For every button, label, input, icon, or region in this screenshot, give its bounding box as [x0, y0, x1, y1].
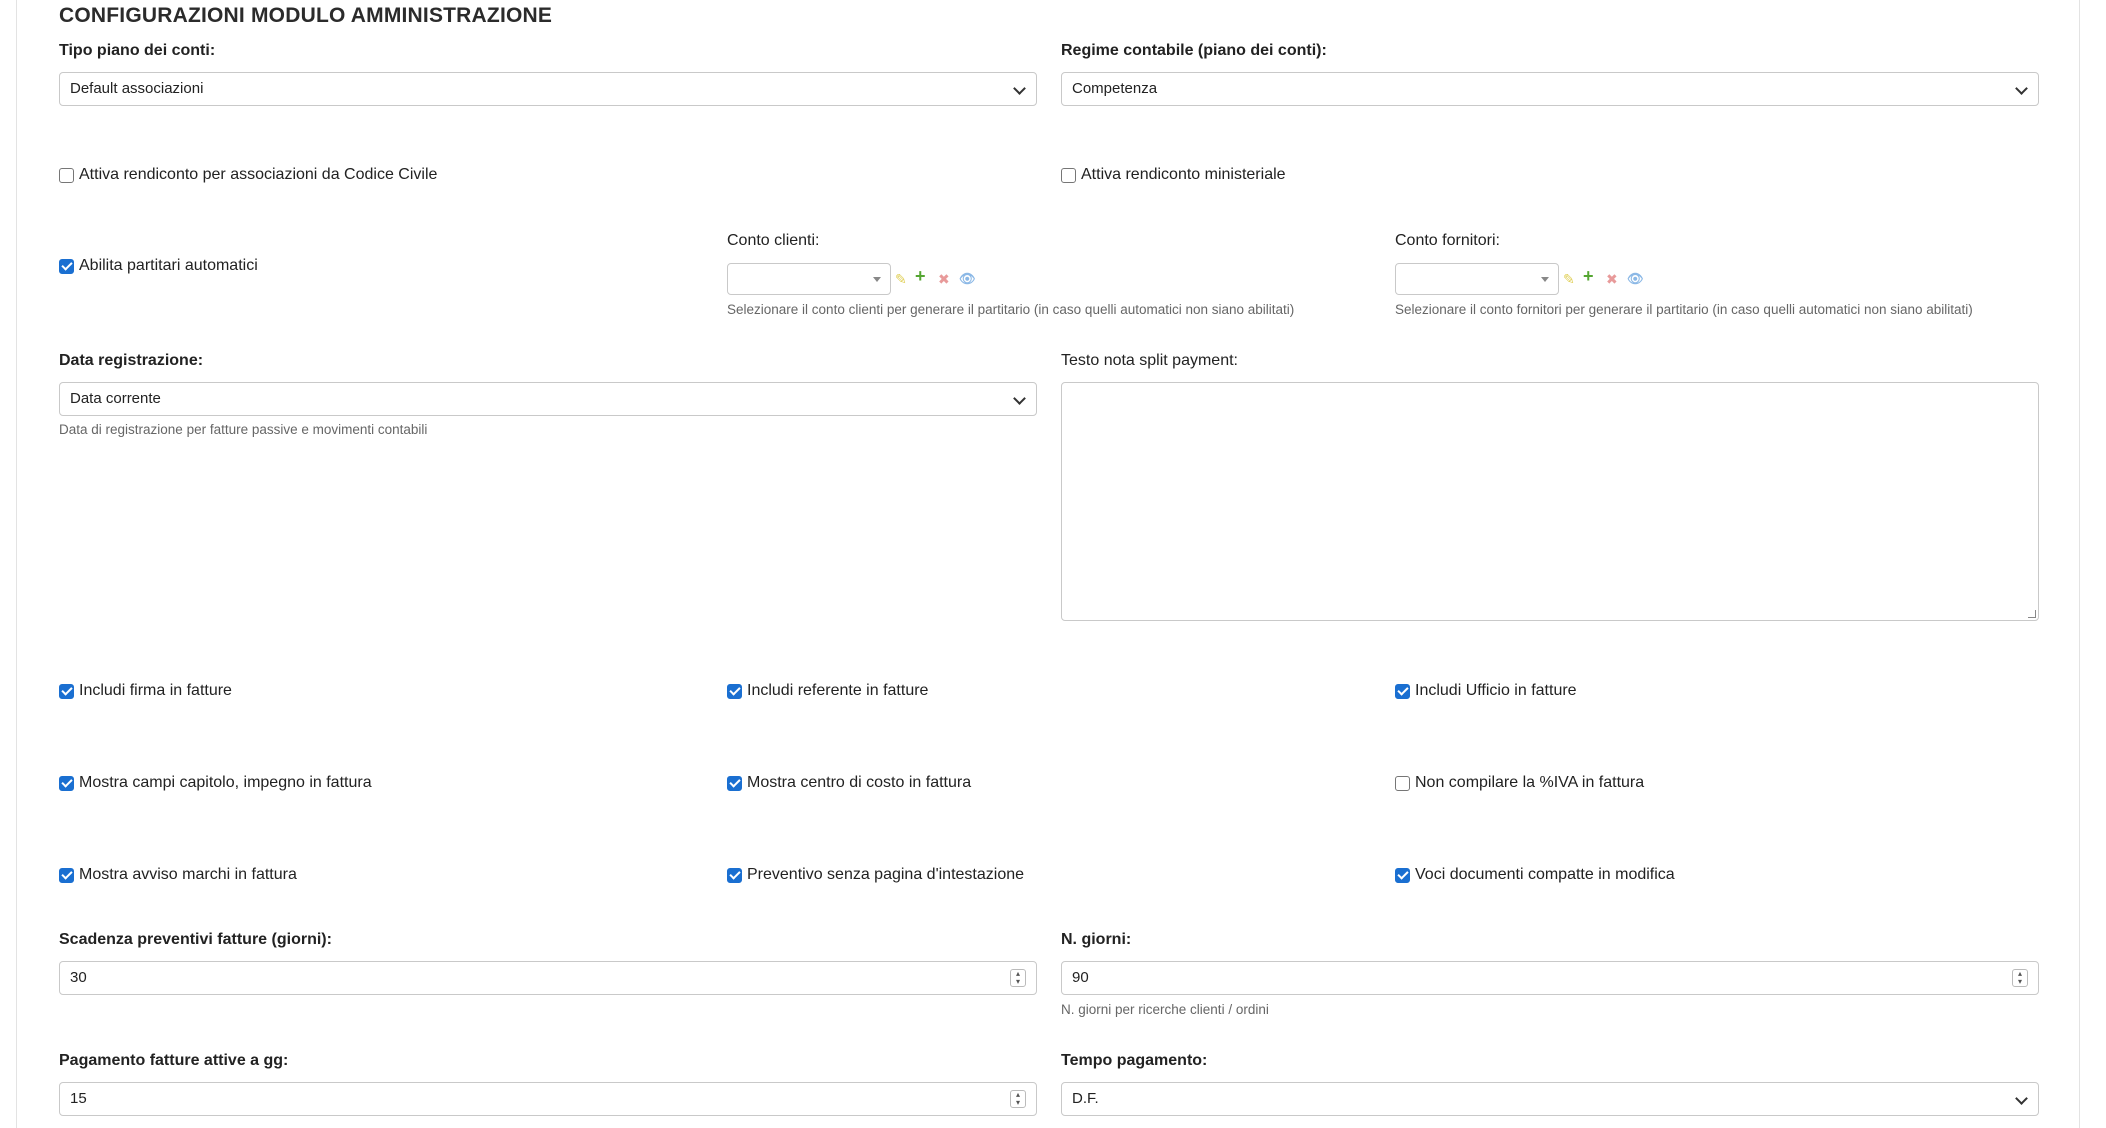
pagamento-value: 15 [70, 1090, 87, 1107]
capitolo-label: Mostra campi capitolo, impegno in fattur… [79, 774, 372, 791]
checkbox-checked-icon[interactable] [1395, 683, 1410, 699]
centro-costo-label: Mostra centro di costo in fattura [747, 774, 972, 791]
firma-checkbox[interactable]: Includi firma in fatture [59, 682, 232, 700]
chevron-down-icon [1013, 392, 1026, 405]
marchi-label: Mostra avviso marchi in fattura [79, 866, 297, 883]
plus-icon[interactable]: + [915, 267, 926, 285]
iva-checkbox[interactable]: Non compilare la %IVA in fattura [1395, 774, 1644, 792]
split-payment-textarea[interactable] [1061, 382, 2039, 621]
checkbox-icon[interactable] [1395, 775, 1410, 791]
conto-clienti-label: Conto clienti: [727, 232, 820, 249]
checkbox-icon[interactable] [59, 167, 74, 183]
caret-down-icon [873, 277, 881, 282]
regime-value: Competenza [1072, 80, 1158, 97]
close-icon[interactable]: ✖ [1606, 271, 1618, 287]
firma-label: Includi firma in fatture [79, 682, 232, 699]
rendiconto-ministeriale-label: Attiva rendiconto ministeriale [1081, 166, 1286, 183]
rendiconto-cc-label: Attiva rendiconto per associazioni da Co… [79, 166, 438, 183]
checkbox-icon[interactable] [1061, 167, 1076, 183]
preventivo-label: Preventivo senza pagina d'intestazione [747, 866, 1025, 883]
chevron-down-icon [1013, 82, 1026, 95]
conto-clienti-select[interactable] [727, 263, 891, 295]
n-giorni-value: 90 [1072, 969, 1089, 986]
preventivo-checkbox[interactable]: Preventivo senza pagina d'intestazione [727, 866, 1024, 884]
scadenza-value: 30 [70, 969, 87, 986]
partitari-checkbox[interactable]: Abilita partitari automatici [59, 257, 258, 275]
tempo-pagamento-value: D.F. [1072, 1090, 1099, 1107]
conto-clienti-help: Selezionare il conto clienti per generar… [727, 302, 1295, 317]
checkbox-checked-icon[interactable] [59, 775, 74, 791]
referente-label: Includi referente in fatture [747, 682, 929, 699]
pencil-icon[interactable]: ✎ [1563, 271, 1575, 287]
resize-grip-icon[interactable] [2028, 610, 2036, 618]
checkbox-checked-icon[interactable] [1395, 867, 1410, 883]
scadenza-input[interactable]: 30 ▴ ▾ [59, 961, 1037, 995]
partitari-label: Abilita partitari automatici [79, 257, 258, 274]
tipo-piano-label: Tipo piano dei conti: [59, 42, 216, 59]
checkbox-checked-icon[interactable] [59, 867, 74, 883]
split-payment-label: Testo nota split payment: [1061, 352, 1238, 369]
chevron-down-icon [2015, 82, 2028, 95]
pagamento-input[interactable]: 15 ▴ ▾ [59, 1082, 1037, 1116]
tempo-pagamento-select[interactable]: D.F. [1061, 1082, 2039, 1116]
scadenza-label: Scadenza preventivi fatture (giorni): [59, 931, 332, 948]
ufficio-checkbox[interactable]: Includi Ufficio in fatture [1395, 682, 1577, 700]
conto-fornitori-label: Conto fornitori: [1395, 232, 1500, 249]
checkbox-checked-icon[interactable] [727, 775, 742, 791]
stepper-icon[interactable]: ▴ ▾ [1010, 1090, 1026, 1108]
page-title: CONFIGURAZIONI MODULO AMMINISTRAZIONE [59, 4, 553, 27]
marchi-checkbox[interactable]: Mostra avviso marchi in fattura [59, 866, 297, 884]
rendiconto-cc-checkbox[interactable]: Attiva rendiconto per associazioni da Co… [59, 166, 437, 184]
stepper-icon[interactable]: ▴ ▾ [1010, 969, 1026, 987]
data-registrazione-value: Data corrente [70, 390, 161, 407]
n-giorni-input[interactable]: 90 ▴ ▾ [1061, 961, 2039, 995]
chevron-down-icon [2015, 1092, 2028, 1105]
pencil-icon[interactable]: ✎ [895, 271, 907, 287]
tipo-piano-value: Default associazioni [70, 80, 204, 97]
regime-label: Regime contabile (piano dei conti): [1061, 42, 1327, 59]
data-registrazione-help: Data di registrazione per fatture passiv… [59, 422, 428, 437]
voci-compatte-checkbox[interactable]: Voci documenti compatte in modifica [1395, 866, 1675, 884]
capitolo-checkbox[interactable]: Mostra campi capitolo, impegno in fattur… [59, 774, 372, 792]
ufficio-label: Includi Ufficio in fatture [1415, 682, 1577, 699]
close-icon[interactable]: ✖ [938, 271, 950, 287]
n-giorni-label: N. giorni: [1061, 931, 1132, 948]
eye-icon[interactable]: 👁 [1627, 271, 1644, 287]
checkbox-checked-icon[interactable] [727, 683, 742, 699]
tipo-piano-select[interactable]: Default associazioni [59, 72, 1037, 106]
stepper-icon[interactable]: ▴ ▾ [2012, 969, 2028, 987]
referente-checkbox[interactable]: Includi referente in fatture [727, 682, 928, 700]
plus-icon[interactable]: + [1583, 267, 1594, 285]
caret-down-icon [1541, 277, 1549, 282]
data-registrazione-select[interactable]: Data corrente [59, 382, 1037, 416]
checkbox-checked-icon[interactable] [59, 683, 74, 699]
tempo-pagamento-label: Tempo pagamento: [1061, 1052, 1208, 1069]
regime-select[interactable]: Competenza [1061, 72, 2039, 106]
centro-costo-checkbox[interactable]: Mostra centro di costo in fattura [727, 774, 971, 792]
eye-icon[interactable]: 👁 [959, 271, 976, 287]
conto-fornitori-select[interactable] [1395, 263, 1559, 295]
conto-fornitori-help: Selezionare il conto fornitori per gener… [1395, 302, 1973, 317]
checkbox-checked-icon[interactable] [59, 258, 74, 274]
rendiconto-ministeriale-checkbox[interactable]: Attiva rendiconto ministeriale [1061, 166, 1286, 184]
data-registrazione-label: Data registrazione: [59, 352, 204, 369]
checkbox-checked-icon[interactable] [727, 867, 742, 883]
pagamento-label: Pagamento fatture attive a gg: [59, 1052, 289, 1069]
iva-label: Non compilare la %IVA in fattura [1415, 774, 1645, 791]
n-giorni-help: N. giorni per ricerche clienti / ordini [1061, 1002, 1269, 1017]
voci-compatte-label: Voci documenti compatte in modifica [1415, 866, 1675, 883]
